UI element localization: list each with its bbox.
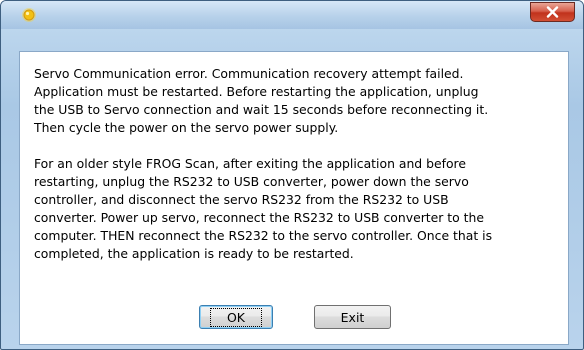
error-message: Servo Communication error. Communication… <box>34 65 559 263</box>
exit-button-label: Exit <box>340 309 365 325</box>
title-bar[interactable] <box>1 1 583 29</box>
exit-button[interactable]: Exit <box>314 305 391 329</box>
dialog-body: Servo Communication error. Communication… <box>19 51 569 345</box>
close-icon <box>546 6 559 18</box>
message-paragraph-1: Servo Communication error. Communication… <box>34 66 489 135</box>
sun-icon <box>21 7 37 23</box>
close-button[interactable] <box>530 2 575 22</box>
message-paragraph-2: For an older style FROG Scan, after exit… <box>34 156 493 261</box>
ok-button-label: OK <box>209 307 263 327</box>
dialog-window: Servo Communication error. Communication… <box>0 0 584 350</box>
ok-button[interactable]: OK <box>199 305 273 329</box>
